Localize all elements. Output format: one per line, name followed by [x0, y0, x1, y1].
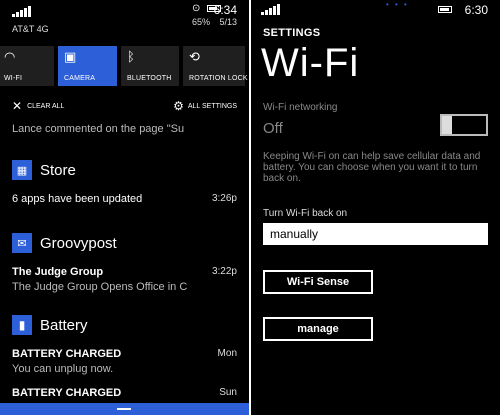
carrier-label: AT&T 4G [12, 24, 49, 34]
notification-time: 3:26p [211, 193, 237, 204]
wifi-state-label: Off [263, 120, 283, 137]
wifi-icon: ◠ [4, 49, 16, 64]
notification-item[interactable]: BATTERY CHARGED Mon [12, 348, 237, 362]
toggle-thumb [442, 116, 452, 134]
quick-action-label: CAMERA [64, 75, 96, 82]
notification-group-title: Groovypost [40, 234, 117, 252]
quick-action-label: ROTATION LOCK [189, 75, 248, 82]
notification-time: 3:22p [211, 266, 237, 277]
wifi-toggle[interactable] [440, 114, 488, 136]
quick-actions-row: ◠ WI-FI ▣ CAMERA ᛒ BLUETOOTH ⟲ ROTATION … [0, 46, 249, 86]
battery-icon [438, 6, 452, 13]
clear-all-button[interactable]: ✕ CLEAR ALL [12, 100, 64, 112]
camera-icon: ▣ [64, 49, 77, 64]
quick-action-label: BLUETOOTH [127, 75, 172, 82]
notification-body: You can unplug now. [12, 363, 114, 375]
notification-title: BATTERY CHARGED [12, 348, 122, 360]
all-settings-button[interactable]: ⚙ ALL SETTINGS [173, 100, 237, 112]
gear-icon: ⚙ [173, 99, 184, 113]
notification-item[interactable]: Lance commented on the page "Su [12, 123, 184, 135]
clock: 6:34 [213, 3, 237, 17]
notification-title: BATTERY CHARGED [12, 387, 122, 399]
turn-back-on-label: Turn Wi-Fi back on [263, 208, 348, 219]
notification-body: The Judge Group Opens Office in C [12, 281, 188, 293]
notification-time: Sun [219, 387, 237, 398]
notification-group-store: ▦ Store [12, 158, 76, 182]
battery-percent: 65% [192, 17, 211, 27]
action-center-screen: AT&T 4G ⊙ 65% 6:34 5/13 ◠ WI-FI ▣ CAMERA… [0, 0, 249, 415]
bluetooth-icon: ᛒ [127, 49, 135, 64]
quick-action-camera[interactable]: ▣ CAMERA [58, 46, 117, 86]
rotation-lock-icon: ⟲ [189, 49, 200, 64]
wifi-settings-screen: • • • 6:30 SETTINGS Wi-Fi Wi-Fi networki… [251, 0, 500, 415]
wifi-sense-button[interactable]: Wi-Fi Sense [263, 270, 373, 294]
wifi-description: Keeping Wi-Fi on can help save cellular … [263, 151, 481, 184]
notification-item[interactable]: 6 apps have been updated 3:26p [12, 193, 237, 207]
wifi-networking-label: Wi-Fi networking [263, 102, 338, 113]
notification-time: Mon [217, 348, 237, 359]
clock: 6:30 [464, 3, 488, 17]
quick-action-rotation-lock[interactable]: ⟲ ROTATION LOCK [183, 46, 248, 86]
quick-action-wifi[interactable]: ◠ WI-FI [0, 46, 54, 86]
wifi-status-icon: ⊙ [192, 3, 201, 14]
battery-icon: ▮ [12, 315, 32, 335]
progress-dots-icon: • • • [386, 0, 409, 9]
status-bar: • • • 6:30 [251, 0, 500, 20]
date-label: 5/13 [219, 17, 237, 27]
notification-group-groovypost: ✉ Groovypost [12, 231, 117, 255]
store-icon: ▦ [12, 160, 32, 180]
manage-button[interactable]: manage [263, 317, 373, 341]
clear-all-label: CLEAR ALL [27, 102, 65, 110]
signal-strength-icon [261, 4, 280, 15]
quick-action-label: WI-FI [4, 75, 23, 82]
section-label: SETTINGS [263, 27, 321, 39]
notification-group-battery: ▮ Battery [12, 313, 88, 337]
action-center-collapse-bar[interactable] [0, 403, 249, 415]
notification-item[interactable]: The Judge Group 3:22p [12, 266, 237, 280]
mail-icon: ✉ [12, 233, 32, 253]
status-bar: AT&T 4G ⊙ 65% 6:34 5/13 [0, 0, 249, 40]
notification-group-title: Store [40, 161, 76, 179]
quick-action-bluetooth[interactable]: ᛒ BLUETOOTH [121, 46, 179, 86]
notification-item[interactable]: BATTERY CHARGED Sun [12, 387, 237, 401]
notification-title: The Judge Group [12, 266, 104, 278]
notification-group-title: Battery [40, 316, 88, 334]
page-title: Wi-Fi [261, 41, 360, 85]
turn-back-on-select[interactable]: manually [263, 223, 488, 245]
notification-actions: ✕ CLEAR ALL ⚙ ALL SETTINGS [0, 100, 249, 116]
all-settings-label: ALL SETTINGS [187, 102, 237, 110]
drag-handle-icon [117, 408, 131, 410]
signal-strength-icon [12, 5, 31, 17]
notification-title: 6 apps have been updated [12, 193, 143, 205]
close-icon: ✕ [12, 99, 23, 113]
